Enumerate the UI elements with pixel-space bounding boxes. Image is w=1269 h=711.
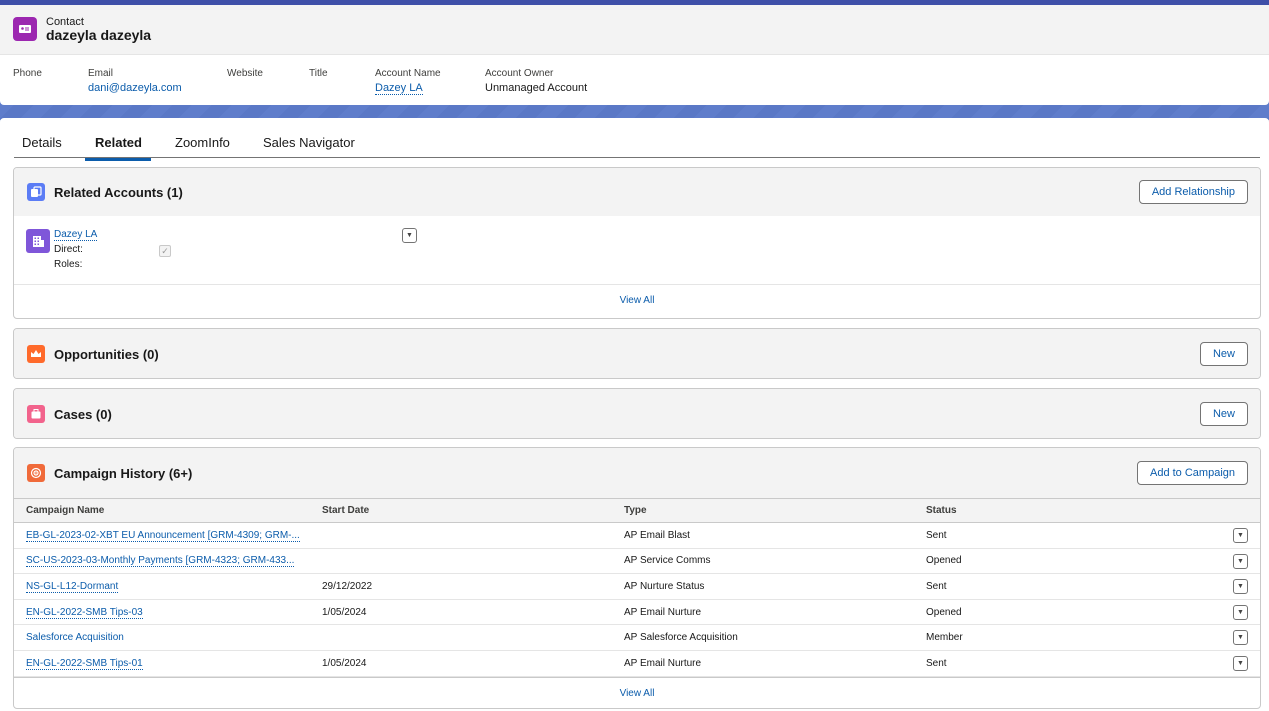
direct-checkbox: ✓ xyxy=(159,245,171,257)
column-header: Campaign Name xyxy=(14,498,310,523)
field-website: Website xyxy=(227,68,263,82)
tab-related[interactable]: Related xyxy=(85,135,151,161)
type-cell: AP Nurture Status xyxy=(612,573,914,600)
column-header-actions xyxy=(1220,498,1260,523)
campaign-link[interactable]: EN-GL-2022-SMB Tips-01 xyxy=(26,657,143,670)
start-date-cell: 1/05/2024 xyxy=(310,599,612,626)
card-header: Campaign History (6+) Add to Campaign xyxy=(14,448,1260,498)
add-to-campaign-button[interactable]: Add to Campaign xyxy=(1137,461,1248,485)
status-cell: Member xyxy=(914,624,1220,651)
type-cell: AP Service Comms xyxy=(612,548,914,575)
crown-icon xyxy=(27,345,45,363)
status-cell: Sent xyxy=(914,650,1220,677)
opportunities-card: Opportunities (0) New xyxy=(13,328,1261,379)
card-header: Cases (0) New xyxy=(14,389,1260,438)
type-cell: AP Email Nurture xyxy=(612,650,914,677)
table-row: Salesforce Acquisition AP Salesforce Acq… xyxy=(14,624,1260,651)
related-accounts-view-all[interactable]: View All xyxy=(14,284,1260,318)
new-case-button[interactable]: New xyxy=(1199,402,1248,426)
main-content: Details Related ZoomInfo Sales Navigator… xyxy=(0,118,1269,711)
field-label: Account Name xyxy=(375,68,441,79)
field-label: Account Owner xyxy=(485,68,554,79)
roles-label: Roles: xyxy=(54,259,83,270)
email-link[interactable]: dani@dazeyla.com xyxy=(88,82,182,94)
record-header-title-bar: Contact dazeyla dazeyla xyxy=(0,5,1269,55)
add-relationship-button[interactable]: Add Relationship xyxy=(1138,180,1248,204)
chevron-down-icon[interactable]: ▼ xyxy=(1233,655,1248,671)
status-cell: Opened xyxy=(914,599,1220,626)
campaign-link[interactable]: EB-GL-2023-02-XBT EU Announcement [GRM-4… xyxy=(26,529,300,542)
type-cell: AP Salesforce Acquisition xyxy=(612,624,914,651)
account-name-link[interactable]: Dazey LA xyxy=(375,82,423,95)
related-account-link[interactable]: Dazey LA xyxy=(54,229,98,241)
tab-zoominfo[interactable]: ZoomInfo xyxy=(175,135,230,158)
tab-bar: Details Related ZoomInfo Sales Navigator xyxy=(14,128,1260,161)
field-value: Unmanaged Account xyxy=(485,82,588,94)
chevron-down-icon[interactable]: ▼ xyxy=(1233,630,1248,646)
field-label: Phone xyxy=(13,68,42,79)
cases-card: Cases (0) New xyxy=(13,388,1261,439)
related-account-item: Dazey LA Direct: ✓ Roles: ▼ xyxy=(14,216,1260,284)
new-opportunity-button[interactable]: New xyxy=(1199,342,1248,366)
start-date-cell xyxy=(310,548,612,575)
column-header: Start Date xyxy=(310,498,612,523)
chevron-down-icon[interactable]: ▼ xyxy=(1233,528,1248,543)
chevron-down-icon[interactable]: ▼ xyxy=(402,228,417,243)
tab-sales-navigator[interactable]: Sales Navigator xyxy=(263,135,355,158)
status-cell: Sent xyxy=(914,522,1220,549)
tab-details[interactable]: Details xyxy=(22,135,62,158)
briefcase-icon xyxy=(27,405,45,423)
campaign-link[interactable]: Salesforce Acquisition xyxy=(26,632,124,643)
chevron-down-icon[interactable]: ▼ xyxy=(1233,604,1248,620)
table-row: SC-US-2023-03-Monthly Payments [GRM-4323… xyxy=(14,548,1260,575)
chevron-down-icon[interactable]: ▼ xyxy=(1233,553,1248,569)
campaign-link[interactable]: SC-US-2023-03-Monthly Payments [GRM-4323… xyxy=(26,555,295,568)
column-header: Status xyxy=(914,498,1220,523)
table-header-row: Campaign Name Start Date Type Status xyxy=(14,498,1260,523)
building-icon xyxy=(26,229,50,253)
field-phone: Phone xyxy=(13,68,42,82)
status-cell: Opened xyxy=(914,548,1220,575)
field-label: Email xyxy=(88,68,114,79)
table-row: EB-GL-2023-02-XBT EU Announcement [GRM-4… xyxy=(14,522,1260,549)
card-header: Related Accounts (1) Add Relationship xyxy=(14,168,1260,216)
contact-card-icon xyxy=(13,17,37,41)
related-list-icon xyxy=(27,183,45,201)
table-row: EN-GL-2022-SMB Tips-03 1/05/2024 AP Emai… xyxy=(14,599,1260,626)
record-header: Contact dazeyla dazeyla Phone Email dani… xyxy=(0,5,1269,105)
start-date-cell xyxy=(310,522,612,549)
highlights-panel: Phone Email dani@dazeyla.com Website Tit… xyxy=(0,55,1269,105)
start-date-cell xyxy=(310,624,612,651)
field-account-owner: Account Owner Unmanaged Account xyxy=(485,68,587,94)
type-cell: AP Email Blast xyxy=(612,522,914,549)
target-icon xyxy=(27,464,45,482)
table-row: NS-GL-L12-Dormant 29/12/2022 AP Nurture … xyxy=(14,573,1260,600)
field-label: Title xyxy=(309,68,328,79)
field-account-name: Account Name Dazey LA xyxy=(375,68,441,95)
field-label: Website xyxy=(227,68,263,79)
chevron-down-icon[interactable]: ▼ xyxy=(1233,579,1248,595)
field-title: Title xyxy=(309,68,328,82)
campaign-history-card: Campaign History (6+) Add to Campaign Ca… xyxy=(13,447,1261,709)
related-accounts-card: Related Accounts (1) Add Relationship Da… xyxy=(13,167,1261,319)
card-header: Opportunities (0) New xyxy=(14,329,1260,378)
record-name: dazeyla dazeyla xyxy=(46,27,152,43)
direct-label: Direct: xyxy=(54,244,83,255)
card-title: Campaign History (6+) xyxy=(54,466,193,481)
type-cell: AP Email Nurture xyxy=(612,599,914,626)
status-cell: Sent xyxy=(914,573,1220,600)
campaign-link[interactable]: NS-GL-L12-Dormant xyxy=(26,580,119,593)
card-title: Cases (0) xyxy=(54,407,112,422)
card-title: Related Accounts (1) xyxy=(54,185,183,200)
start-date-cell: 1/05/2024 xyxy=(310,650,612,677)
field-email: Email dani@dazeyla.com xyxy=(88,68,182,94)
campaign-history-view-all[interactable]: View All xyxy=(14,676,1260,708)
column-header: Type xyxy=(612,498,914,523)
card-title: Opportunities (0) xyxy=(54,347,159,362)
start-date-cell: 29/12/2022 xyxy=(310,573,612,600)
campaign-link[interactable]: EN-GL-2022-SMB Tips-03 xyxy=(26,606,143,619)
campaign-history-table: Campaign Name Start Date Type Status EB-… xyxy=(14,498,1260,677)
table-row: EN-GL-2022-SMB Tips-01 1/05/2024 AP Emai… xyxy=(14,650,1260,677)
